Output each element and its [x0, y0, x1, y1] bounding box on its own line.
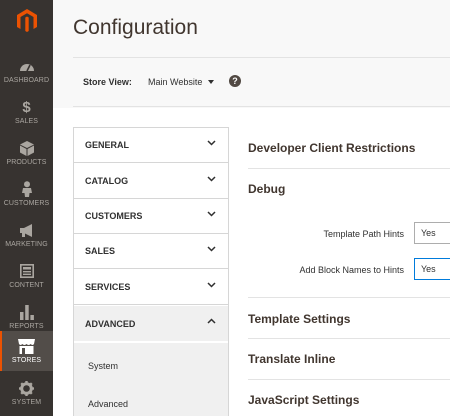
chevron-down-icon	[207, 211, 216, 217]
megaphone-icon	[19, 222, 35, 239]
nav-label: MARKETING	[5, 240, 48, 248]
section-template-settings[interactable]: Template Settings	[248, 312, 350, 326]
layout-icon	[19, 263, 34, 280]
tab-sales[interactable]: SALES	[74, 234, 228, 269]
tab-label: GENERAL	[85, 140, 130, 150]
magento-logo[interactable]	[0, 0, 53, 42]
section-divider	[248, 297, 450, 298]
nav-dashboard[interactable]: DASHBOARD	[0, 50, 53, 91]
tab-services[interactable]: SERVICES	[74, 270, 228, 305]
cube-icon	[19, 140, 34, 157]
nav-label: SYSTEM	[11, 398, 42, 406]
template-path-hints-label: Template Path Hints	[323, 229, 404, 239]
config-tabs: GENERAL CATALOG CUSTOMERS SALES SERVICES…	[73, 127, 229, 416]
advanced-subitems: System Advanced	[74, 343, 228, 416]
store-switcher-bar: Store View: Main Website ?	[73, 57, 450, 107]
section-divider	[248, 168, 450, 169]
store-view-dropdown[interactable]: Main Website	[148, 77, 215, 87]
section-divider	[248, 338, 450, 339]
store-view-value: Main Website	[148, 77, 203, 87]
tab-general[interactable]: GENERAL	[74, 128, 228, 163]
section-divider	[248, 379, 450, 380]
chevron-down-icon	[207, 176, 216, 182]
section-developer-client-restrictions[interactable]: Developer Client Restrictions	[248, 141, 415, 155]
nav-sales[interactable]: $ SALES	[0, 91, 53, 132]
section-translate-inline[interactable]: Translate Inline	[248, 352, 335, 366]
nav-content[interactable]: CONTENT	[0, 255, 53, 296]
nav-label: CUSTOMERS	[3, 199, 50, 207]
nav-label: DASHBOARD	[3, 76, 50, 84]
tab-catalog[interactable]: CATALOG	[74, 164, 228, 199]
tab-label: CUSTOMERS	[85, 211, 143, 221]
nav-products[interactable]: PRODUCTS	[0, 132, 53, 173]
nav-system[interactable]: SYSTEM	[0, 372, 53, 413]
page-title: Configuration	[73, 16, 198, 39]
bar-chart-icon	[19, 304, 34, 321]
nav-stores[interactable]: STORES	[0, 331, 53, 371]
section-debug[interactable]: Debug	[248, 182, 285, 196]
tab-label: CATALOG	[85, 176, 129, 186]
template-path-hints-select[interactable]: Yes	[414, 222, 450, 244]
caret-down-icon	[208, 80, 215, 84]
dollar-icon: $	[22, 98, 31, 116]
block-names-hints-label: Add Block Names to Hints	[299, 265, 404, 275]
tab-advanced[interactable]: ADVANCED	[74, 306, 228, 341]
tab-customers[interactable]: CUSTOMERS	[74, 199, 228, 234]
tab-label: SERVICES	[85, 282, 131, 292]
admin-sidebar: DASHBOARD $ SALES PRODUCTS CUSTOMERS MAR…	[0, 0, 53, 416]
section-javascript-settings[interactable]: JavaScript Settings	[248, 393, 359, 407]
gear-icon	[19, 380, 34, 397]
store-view-label: Store View:	[83, 77, 132, 87]
help-icon[interactable]: ?	[229, 75, 241, 87]
magento-logo-icon	[16, 9, 37, 32]
dashboard-icon	[19, 58, 35, 75]
nav-customers[interactable]: CUSTOMERS	[0, 173, 53, 214]
nav-label: SALES	[14, 117, 39, 125]
tab-label: SALES	[85, 246, 116, 256]
nav-label: STORES	[11, 357, 42, 364]
subitem-system[interactable]: System	[88, 361, 118, 371]
person-icon	[21, 181, 33, 198]
block-names-hints-select[interactable]: Yes	[414, 258, 450, 280]
chevron-down-icon	[207, 282, 216, 288]
nav-label: CONTENT	[9, 281, 44, 289]
nav-label: PRODUCTS	[6, 158, 47, 166]
subitem-advanced[interactable]: Advanced	[88, 399, 128, 409]
nav-label: REPORTS	[9, 322, 44, 330]
tab-label: ADVANCED	[85, 318, 136, 329]
store-icon	[18, 338, 35, 355]
chevron-down-icon	[207, 140, 216, 146]
chevron-up-icon	[207, 318, 216, 324]
nav-marketing[interactable]: MARKETING	[0, 214, 53, 255]
chevron-down-icon	[207, 246, 216, 252]
